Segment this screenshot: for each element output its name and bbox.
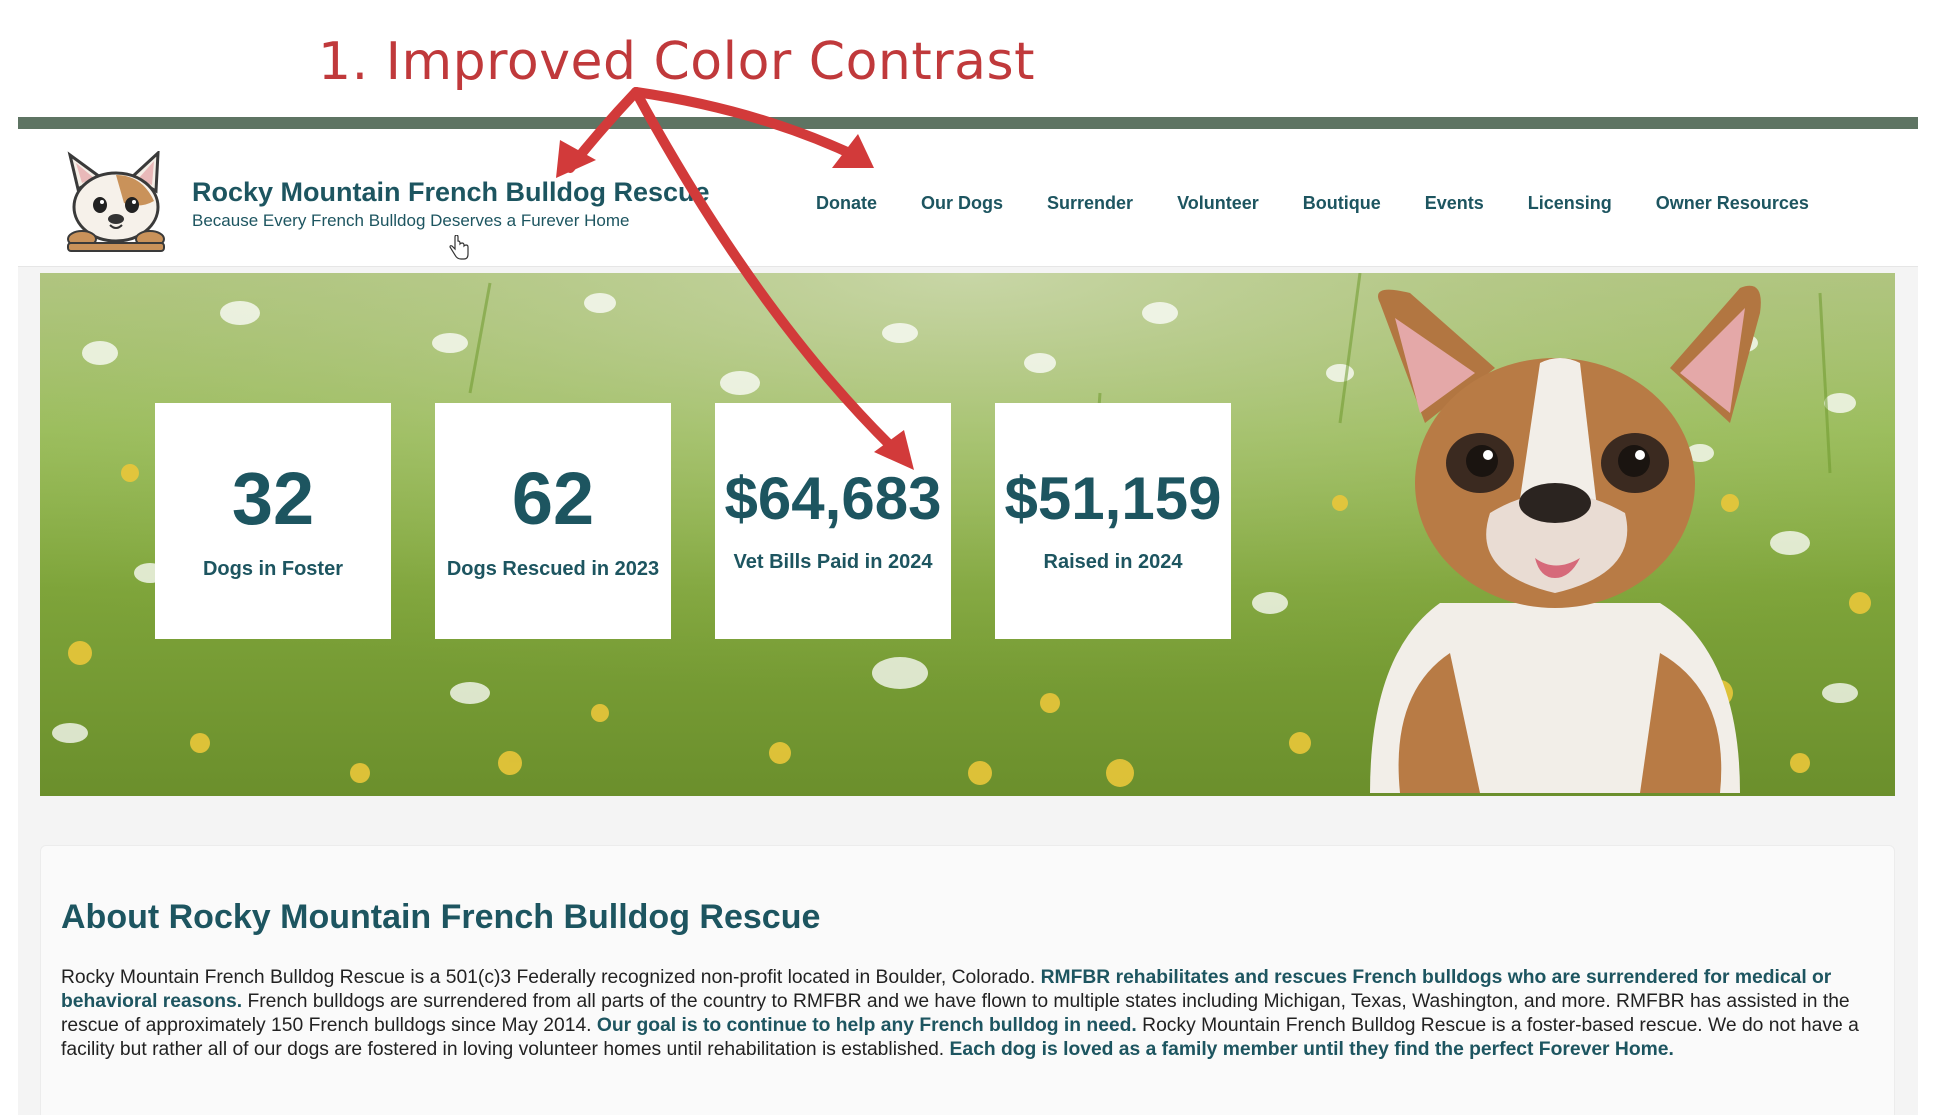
top-accent-bar (18, 117, 1918, 129)
about-heading: About Rocky Mountain French Bulldog Resc… (61, 898, 821, 936)
stat-label: Raised in 2024 (1043, 550, 1183, 573)
main-nav: Donate Our Dogs Surrender Volunteer Bout… (816, 129, 1853, 267)
stat-value: 62 (511, 456, 595, 540)
stat-card-vet-bills: $64,683 Vet Bills Paid in 2024 (715, 403, 951, 639)
nav-donate[interactable]: Donate (816, 183, 877, 214)
about-section: About Rocky Mountain French Bulldog Resc… (40, 845, 1895, 1115)
nav-licensing[interactable]: Licensing (1528, 183, 1612, 214)
nav-surrender[interactable]: Surrender (1047, 183, 1133, 214)
stat-label: Dogs in Foster (202, 557, 343, 580)
hero-banner: 32 Dogs in Foster 62 Dogs Rescued in 202… (40, 273, 1895, 796)
nav-our-dogs[interactable]: Our Dogs (921, 183, 1003, 214)
about-highlight: Our goal is to continue to help any Fren… (596, 1015, 1137, 1036)
stat-label: Dogs Rescued in 2023 (446, 557, 660, 580)
annotation-title: 1. Improved Color Contrast (318, 32, 1035, 92)
stat-card-raised: $51,159 Raised in 2024 (995, 403, 1231, 639)
stat-card-rescued: 62 Dogs Rescued in 2023 (435, 403, 671, 639)
stat-card-foster: 32 Dogs in Foster (155, 403, 391, 639)
nav-volunteer[interactable]: Volunteer (1177, 183, 1259, 214)
nav-owner-resources[interactable]: Owner Resources (1656, 183, 1809, 214)
french-bulldog-logo-icon[interactable] (60, 151, 172, 253)
stat-label: Vet Bills Paid in 2024 (733, 550, 933, 573)
hand-cursor-icon (449, 235, 469, 260)
stat-value: $51,159 (1004, 464, 1222, 532)
stat-value: 32 (231, 456, 315, 540)
nav-events[interactable]: Events (1425, 183, 1484, 214)
about-paragraph: Rocky Mountain French Bulldog Rescue is … (61, 966, 1881, 1062)
site-tagline: Because Every French Bulldog Deserves a … (192, 211, 630, 230)
about-highlight: Each dog is loved as a family member unt… (949, 1039, 1674, 1060)
nav-boutique[interactable]: Boutique (1303, 183, 1381, 214)
site-header: Rocky Mountain French Bulldog Rescue Bec… (18, 129, 1918, 267)
website-page: Rocky Mountain French Bulldog Rescue Bec… (18, 117, 1918, 1115)
site-title[interactable]: Rocky Mountain French Bulldog Rescue (192, 177, 710, 208)
about-text-part: Rocky Mountain French Bulldog Rescue is … (61, 967, 1041, 988)
stat-value: $64,683 (724, 464, 942, 532)
